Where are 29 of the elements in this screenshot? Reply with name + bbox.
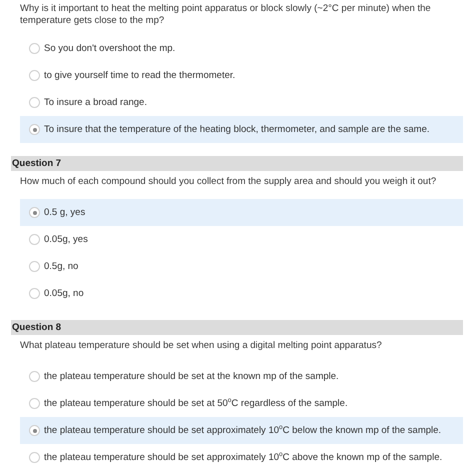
radio-button[interactable] bbox=[29, 261, 40, 272]
radio-button[interactable] bbox=[29, 97, 40, 108]
option-label: the plateau temperature should be set at the known mp of the sample. bbox=[44, 371, 339, 382]
radio-button[interactable] bbox=[29, 371, 40, 382]
question-heading: Question 8 bbox=[11, 320, 463, 335]
option-label: To insure that the temperature of the heating block, thermometer, and sample are the same. bbox=[44, 124, 430, 135]
option-label: 0.05g, no bbox=[44, 288, 84, 299]
option-label: 0.05g, yes bbox=[44, 234, 88, 245]
option-label: the plateau temperature should be set approximately 10$^{o}$C above the known mp of the sample. bbox=[44, 452, 442, 463]
radio-button[interactable] bbox=[29, 288, 40, 299]
radio-button[interactable] bbox=[29, 70, 40, 81]
option-label: the plateau temperature should be set at 50$^{o}$C regardless of the sample. bbox=[44, 398, 348, 409]
option-label: To insure a broad range. bbox=[44, 97, 147, 108]
radio-button[interactable] bbox=[29, 234, 40, 245]
option-label: to give yourself time to read the thermometer. bbox=[44, 70, 236, 81]
question-prompt: What plateau temperature should be set when using a digital melting point apparatus? bbox=[19, 340, 383, 352]
radio-button[interactable] bbox=[29, 425, 40, 436]
radio-button[interactable] bbox=[29, 452, 40, 463]
option-label: 0.5 g, yes bbox=[44, 207, 86, 218]
radio-button[interactable] bbox=[29, 43, 40, 54]
question-prompt: How much of each compound should you collect from the supply area and should you weigh it out? bbox=[19, 176, 438, 188]
option-label: So you don't overshoot the mp. bbox=[44, 43, 176, 54]
radio-button[interactable] bbox=[29, 398, 40, 409]
option-label: the plateau temperature should be set approximately 10$^{o}$C below the known mp of the sample. bbox=[44, 425, 442, 436]
radio-button[interactable] bbox=[29, 207, 40, 218]
option-label: 0.5g, no bbox=[44, 261, 78, 272]
radio-button[interactable] bbox=[29, 124, 40, 135]
question-heading: Question 7 bbox=[11, 156, 463, 171]
question-prompt: Why is it important to heat the melting point apparatus or block slowly (~2°C per minute) when the temperature gets close to the mp? bbox=[19, 3, 432, 27]
